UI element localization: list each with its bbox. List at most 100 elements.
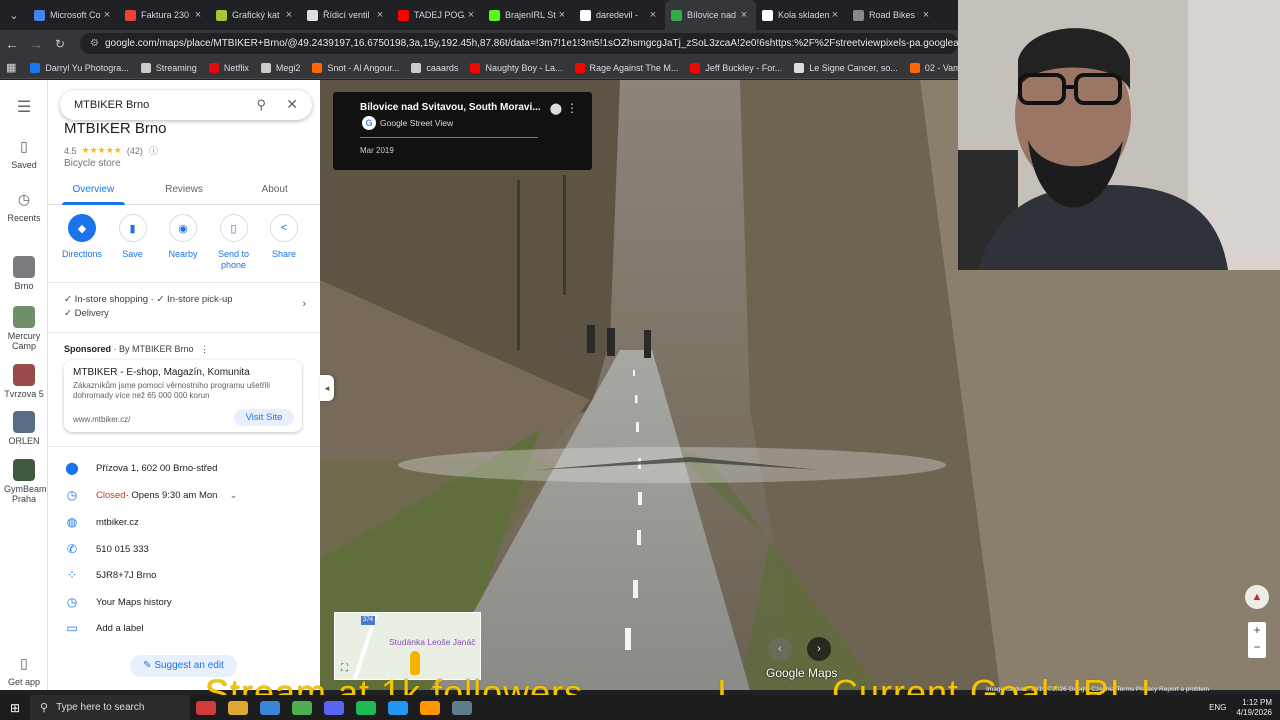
bookmark-item[interactable]: Darryl Yu Photogra... — [30, 62, 129, 73]
site-info-icon[interactable]: ⚙ — [90, 38, 99, 49]
zoom-in-icon[interactable]: + — [1248, 622, 1266, 639]
sv-place-name[interactable]: Bílovice nad Svitavou, South Moravi... — [360, 102, 541, 113]
label-row[interactable]: ▭ Add a label — [64, 618, 304, 638]
compass-icon[interactable]: ▲ — [1245, 585, 1269, 609]
taskbar-app-icon[interactable] — [388, 700, 408, 715]
bookmark-item[interactable]: Le Signe Cancer, so... — [794, 62, 898, 73]
info-icon[interactable]: ⓘ — [149, 144, 158, 157]
address-bar[interactable]: ⚙ google.com/maps/place/MTBIKER+Brno/@49… — [80, 33, 958, 54]
taskbar-discord-icon[interactable] — [324, 700, 344, 715]
back-icon[interactable]: ← — [0, 32, 24, 56]
saved-button[interactable]: ▯ Saved — [0, 135, 48, 171]
browser-tab[interactable]: Kola skladen × — [756, 0, 847, 30]
tab-reviews[interactable]: Reviews — [139, 180, 230, 204]
ad-card[interactable]: MTBIKER - E-shop, Magazín, Komunita Záka… — [64, 360, 302, 432]
directions-button[interactable]: ◆ Directions — [58, 214, 106, 271]
reload-icon[interactable]: ↻ — [48, 32, 72, 56]
browser-tab[interactable]: Microsoft Co × — [28, 0, 119, 30]
taskbar-chrome-icon[interactable] — [292, 700, 312, 715]
search-icon[interactable]: ⚲ — [256, 97, 266, 113]
save-button[interactable]: ▮ Save — [109, 214, 157, 271]
taskbar-search-input[interactable]: ⚲ Type here to search — [30, 695, 190, 720]
tab-overview[interactable]: Overview — [48, 180, 139, 205]
browser-tab[interactable]: TADEJ POGA × — [392, 0, 483, 30]
bookmark-item[interactable]: caaards — [411, 62, 458, 73]
recent-mercury-camp[interactable]: Mercury Camp — [0, 306, 48, 351]
menu-button[interactable]: ☰ — [0, 96, 48, 121]
forward-icon[interactable]: → — [24, 32, 48, 56]
more-options-icon[interactable]: ⋮ — [200, 344, 209, 354]
pluscode-row[interactable]: ⁘ 5JR8+7J Brno — [64, 565, 304, 585]
clock[interactable]: 1:12 PM 4/19/2026 — [1236, 698, 1272, 718]
taskbar-app-icon[interactable] — [196, 700, 216, 715]
bookmark-item[interactable]: Streaming — [140, 62, 197, 73]
zoom-out-icon[interactable]: − — [1248, 639, 1266, 656]
place-category[interactable]: Bicycle store — [64, 158, 121, 169]
send-to-phone-button[interactable]: ▯ Send to phone — [210, 214, 258, 271]
close-tab-icon[interactable]: × — [374, 9, 386, 21]
close-tab-icon[interactable]: × — [829, 9, 841, 21]
zoom-control[interactable]: + − — [1248, 622, 1266, 658]
browser-tab[interactable]: Bílovice nad × — [665, 0, 756, 30]
previous-arrow-button[interactable]: ‹ — [768, 637, 792, 661]
location-pin-icon[interactable]: ⬤ — [550, 102, 562, 115]
browser-tab[interactable]: BrajenIRL St × — [483, 0, 574, 30]
visit-site-button[interactable]: Visit Site — [234, 409, 294, 426]
close-tab-icon[interactable]: × — [647, 9, 659, 21]
close-tab-icon[interactable]: × — [920, 9, 932, 21]
bookmark-item[interactable]: Jeff Buckley - For... — [690, 62, 782, 73]
get-app-button[interactable]: ▯ Get app — [0, 652, 48, 688]
chevron-down-icon[interactable]: ⌄ — [229, 490, 237, 501]
recent-gymbeam[interactable]: GymBeam Praha — [0, 459, 48, 504]
more-options-icon[interactable]: ⋮ — [566, 101, 578, 115]
bookmark-favicon-icon — [30, 62, 41, 73]
tab-about[interactable]: About — [229, 180, 320, 204]
nearby-button[interactable]: ◉ Nearby — [159, 214, 207, 271]
bookmark-item[interactable]: Naughty Boy - La... — [470, 62, 563, 73]
language-indicator[interactable]: ENG — [1209, 703, 1226, 712]
minimap[interactable]: 374 Studánka Leoše Janáč ⛶ — [334, 612, 481, 680]
service-options[interactable]: ✓ In-store shopping · ✓ In-store pick-up… — [64, 293, 306, 321]
close-tab-icon[interactable]: × — [556, 9, 568, 21]
close-tab-icon[interactable]: × — [465, 9, 477, 21]
browser-tab[interactable]: Road Bikes × — [847, 0, 938, 30]
bookmark-item[interactable]: Snot - Al Angour... — [312, 62, 399, 73]
bookmark-item[interactable]: Netflix — [208, 62, 249, 73]
close-tab-icon[interactable]: × — [192, 9, 204, 21]
close-icon[interactable]: ✕ — [286, 96, 298, 113]
review-count[interactable]: (42) — [127, 146, 143, 156]
browser-tab[interactable]: Faktura 230 × — [119, 0, 210, 30]
taskbar-app-icon[interactable] — [356, 700, 376, 715]
taskbar-app-icon[interactable] — [260, 700, 280, 715]
close-tab-icon[interactable]: × — [101, 9, 113, 21]
address-row[interactable]: ⬤ Přízova 1, 602 00 Brno-střed — [64, 458, 304, 478]
apps-icon[interactable]: ▦ — [6, 61, 16, 74]
recent-tvrzova[interactable]: Tvrzova 5 — [0, 364, 48, 399]
next-arrow-button[interactable]: › — [807, 637, 831, 661]
windows-start-icon[interactable]: ⊞ — [0, 695, 30, 720]
collapse-panel-button[interactable]: ◂ — [320, 375, 334, 401]
browser-tab[interactable]: daredevil - × — [574, 0, 665, 30]
website-row[interactable]: ◍ mtbiker.cz — [64, 512, 304, 532]
taskbar-app-icon[interactable] — [420, 700, 440, 715]
bookmark-item[interactable]: Megi2 — [260, 62, 300, 73]
share-button[interactable]: < Share — [260, 214, 308, 271]
browser-tab[interactable]: Řídicí ventil × — [301, 0, 392, 30]
recents-button[interactable]: ◷ Recents — [0, 188, 48, 224]
tab-search-icon[interactable]: ⌄ — [0, 0, 28, 30]
taskbar-app-icon[interactable] — [452, 700, 472, 715]
sv-date[interactable]: Mar 2019 — [360, 146, 394, 155]
browser-tab[interactable]: Grafický kat × — [210, 0, 301, 30]
hours-row[interactable]: ◷ Closed · Opens 9:30 am Mon ⌄ — [64, 485, 304, 505]
search-input[interactable]: MTBIKER Brno ⚲ ✕ — [60, 90, 312, 120]
close-tab-icon[interactable]: × — [283, 9, 295, 21]
taskbar-app-icon[interactable] — [228, 700, 248, 715]
close-tab-icon[interactable]: × — [738, 9, 750, 21]
features-line-2: ✓ Delivery — [64, 308, 109, 319]
bookmark-item[interactable]: Rage Against The M... — [574, 62, 678, 73]
phone-row[interactable]: ✆ 510 015 333 — [64, 539, 304, 559]
tvrzova-thumbnail — [13, 364, 35, 386]
recent-brno[interactable]: Brno — [0, 256, 48, 291]
recent-orlen[interactable]: ORLEN — [0, 411, 48, 446]
history-row[interactable]: ◷ Your Maps history — [64, 592, 304, 612]
